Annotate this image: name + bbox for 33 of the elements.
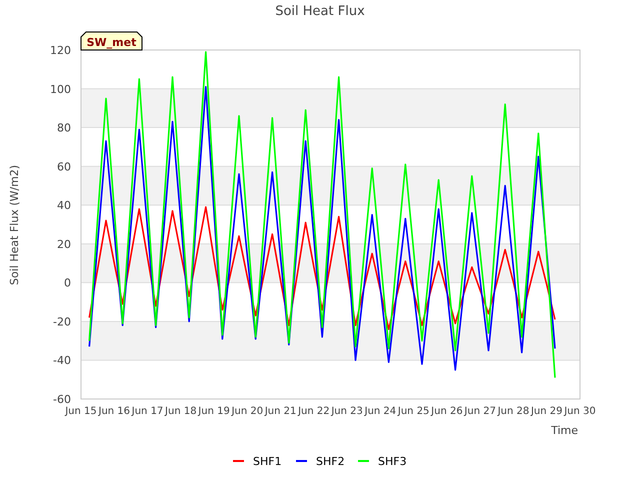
legend-label: SHF1 bbox=[253, 455, 282, 468]
legend-label: SHF2 bbox=[316, 455, 345, 468]
x-tick-label: Jun 29 bbox=[530, 406, 562, 417]
x-tick-label: Jun 26 bbox=[431, 406, 463, 417]
chart-title: Soil Heat Flux bbox=[275, 4, 365, 19]
x-tick-label: Jun 15 bbox=[65, 406, 97, 417]
y-tick-label: 100 bbox=[50, 82, 71, 96]
x-tick-label: Jun 21 bbox=[264, 406, 296, 417]
y-tick-label: 40 bbox=[57, 199, 71, 212]
x-tick-label: Jun 28 bbox=[498, 406, 530, 417]
x-tick-label: Jun 17 bbox=[132, 406, 164, 417]
x-tick-label: Jun 27 bbox=[464, 406, 496, 417]
x-tick-label: Jun 22 bbox=[298, 406, 330, 417]
x-tick-label: Jun 20 bbox=[232, 406, 264, 417]
x-tick-label: Jun 18 bbox=[165, 406, 197, 417]
y-axis-label: Soil Heat Flux (W/m2) bbox=[8, 164, 21, 286]
y-tick-label: 80 bbox=[57, 122, 71, 135]
x-tick-label: Jun 23 bbox=[331, 406, 363, 417]
x-tick-label: Jun 16 bbox=[98, 406, 130, 417]
station-badge: SW_met bbox=[80, 32, 142, 50]
y-tick-label: -20 bbox=[53, 315, 71, 328]
y-tick-label: -40 bbox=[53, 354, 71, 368]
x-tick-label: Jun 30 bbox=[564, 406, 596, 417]
legend-label: SHF3 bbox=[378, 455, 407, 468]
x-tick-label: Jun 25 bbox=[398, 406, 430, 417]
y-tick-label: 0 bbox=[64, 276, 71, 290]
x-axis-label: Time bbox=[551, 424, 578, 437]
y-tick-label: 120 bbox=[50, 44, 71, 57]
y-tick-label: 20 bbox=[57, 238, 71, 251]
y-tick-label: 60 bbox=[57, 160, 71, 174]
x-tick-label: Jun 24 bbox=[364, 406, 396, 417]
x-tick-label: Jun 19 bbox=[198, 406, 230, 417]
y-tick-label: -60 bbox=[53, 393, 71, 406]
